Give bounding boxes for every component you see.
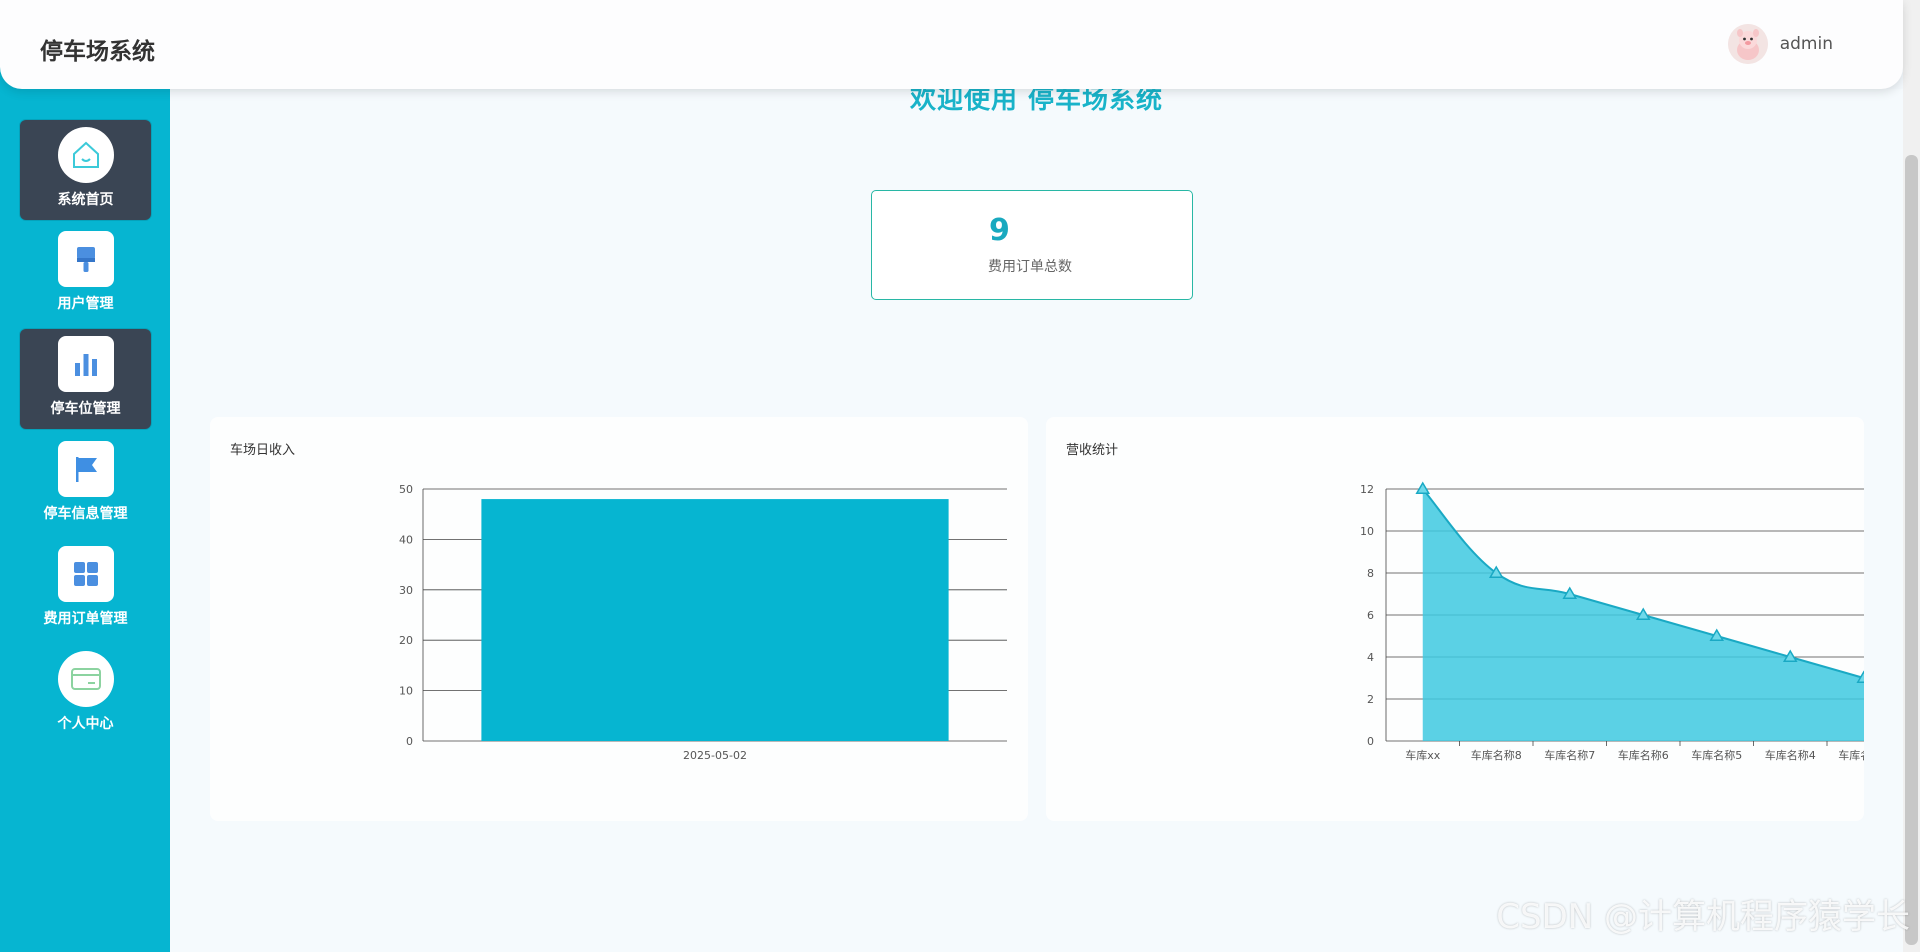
sidebar-item-label: 费用订单管理 — [43, 611, 128, 627]
watermark: CSDN @计算机程序猿学长 — [1496, 897, 1910, 937]
sidebar-item-label: 用户管理 — [57, 296, 114, 312]
area-chart: 0 2 4 6 8 10 12 车库xx 车库名称8 车库名称7 车库名称6 车库名称5 车库名称4 车库… — [1360, 481, 1864, 762]
sidebar-item-users[interactable]: 用户管理 — [20, 224, 151, 324]
data-point — [1415, 481, 1431, 494]
sidebar-item-label: 停车位管理 — [50, 401, 121, 417]
page-scrollbar[interactable] — [1903, 0, 1920, 952]
flag-icon — [57, 441, 114, 497]
home-icon — [57, 127, 114, 183]
y-tick-label: 0 — [1367, 735, 1374, 748]
y-tick-label: 2 — [1367, 693, 1374, 706]
bar-chart: 0 10 20 30 40 50 2025-05-02 — [399, 483, 1007, 762]
y-tick-label: 50 — [399, 483, 413, 496]
y-tick-label: 40 — [399, 533, 413, 546]
y-tick-label: 10 — [1360, 525, 1374, 538]
top-header: 停车场系统 admin — [0, 0, 1903, 89]
user-menu[interactable]: admin — [1727, 24, 1833, 64]
sidebar-item-fee-orders[interactable]: 费用订单管理 — [20, 539, 151, 639]
y-tick-label: 8 — [1367, 567, 1374, 580]
stat-card-orders: 9 费用订单总数 — [871, 190, 1193, 300]
x-tick-label: 2025-05-02 — [683, 749, 747, 762]
x-tick-label: 车库名称6 — [1618, 748, 1669, 762]
bar — [481, 499, 949, 741]
y-tick-label: 20 — [399, 634, 413, 647]
y-tick-label: 10 — [399, 685, 413, 698]
sidebar: 系统首页 用户管理 停车位管理 停车信息管理 费用订单管理 个人中心 — [0, 59, 170, 952]
y-tick-label: 6 — [1367, 609, 1374, 622]
card-icon — [57, 651, 114, 707]
x-tick-label: 车库名称7 — [1544, 748, 1595, 762]
main-content: 欢迎使用 停车场系统 9 费用订单总数 车场日收入 0 10 20 30 40 50 202… — [170, 85, 1903, 952]
x-tick-label: 车库名称3 — [1838, 748, 1864, 762]
brush-icon — [57, 231, 114, 287]
x-tick-label: 车库名称5 — [1691, 748, 1742, 762]
user-avatar-icon — [1727, 24, 1768, 64]
sidebar-item-home[interactable]: 系统首页 — [20, 120, 151, 220]
sidebar-item-parking-spaces[interactable]: 停车位管理 — [20, 329, 151, 429]
bar-chart-icon — [57, 336, 114, 392]
grid-icon — [57, 546, 114, 602]
sidebar-item-profile[interactable]: 个人中心 — [20, 644, 151, 744]
sidebar-item-parking-info[interactable]: 停车信息管理 — [20, 434, 151, 534]
stat-value: 9 — [989, 213, 1010, 248]
x-tick-label: 车库名称8 — [1471, 748, 1522, 762]
x-tick-label: 车库名称4 — [1765, 748, 1816, 762]
avatar[interactable] — [1727, 24, 1768, 64]
y-tick-label: 0 — [406, 735, 413, 748]
sidebar-item-label: 系统首页 — [57, 192, 114, 208]
stat-label: 费用订单总数 — [988, 259, 1072, 275]
sidebar-item-label: 停车信息管理 — [43, 506, 128, 522]
y-tick-label: 30 — [399, 584, 413, 597]
chart-panel-daily-income: 车场日收入 0 10 20 30 40 50 2025-05-02 — [210, 417, 1028, 821]
y-tick-label: 4 — [1367, 651, 1374, 664]
scrollbar-thumb[interactable] — [1905, 155, 1918, 945]
y-tick-label: 12 — [1360, 483, 1374, 496]
x-tick-label: 车库xx — [1405, 748, 1441, 762]
chart-panel-revenue: 营收统计 0 2 4 6 8 10 12 车库xx 车库名称8 车库名称7 车库名称6 车库名称5 车库… — [1046, 417, 1864, 821]
username[interactable]: admin — [1780, 34, 1833, 54]
app-brand: 停车场系统 — [40, 39, 155, 65]
sidebar-item-label: 个人中心 — [57, 716, 114, 732]
